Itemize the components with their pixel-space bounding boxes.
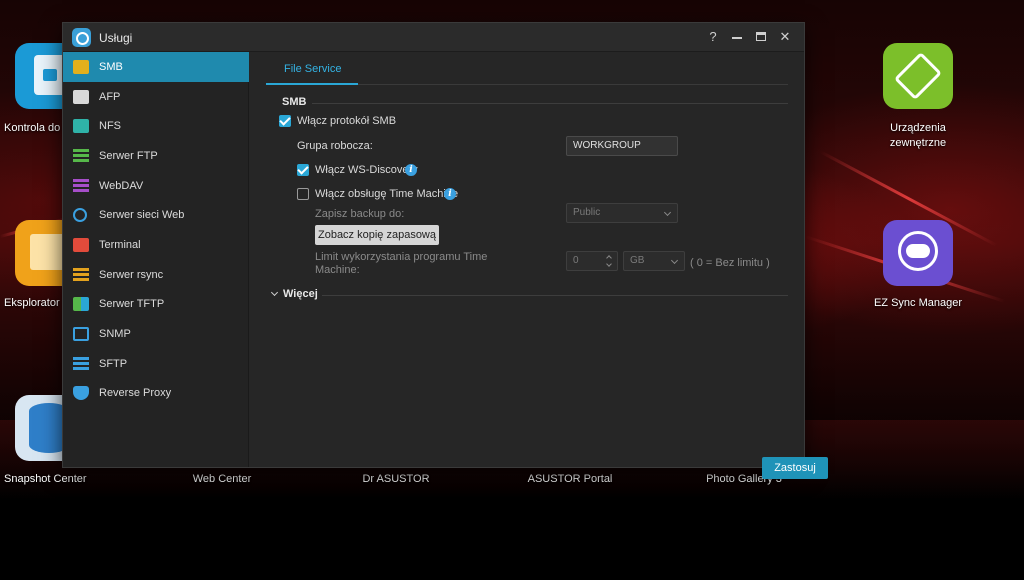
reverse-proxy-icon bbox=[73, 386, 89, 400]
time-machine-checkbox[interactable] bbox=[297, 188, 309, 200]
tm-limit-stepper[interactable]: 0 bbox=[566, 251, 618, 271]
sidebar-item-label: Serwer TFTP bbox=[99, 298, 165, 310]
minimize-icon[interactable] bbox=[729, 29, 745, 45]
sidebar-item-label: WebDAV bbox=[99, 180, 144, 192]
sidebar-item-nfs[interactable]: NFS bbox=[63, 111, 249, 141]
sidebar-item-label: Serwer sieci Web bbox=[99, 209, 185, 221]
services-app-icon bbox=[72, 28, 91, 47]
desktop-label: zewnętrzne bbox=[889, 137, 947, 149]
main-content: File Service SMB Włącz protokół SMB Grup… bbox=[250, 52, 828, 479]
sidebar: SMB AFP NFS Serwer FTP WebDAV Serwer sie… bbox=[63, 52, 249, 467]
webdav-icon bbox=[73, 179, 89, 193]
desktop-label: Urządzenia bbox=[890, 122, 946, 134]
info-icon[interactable]: i bbox=[444, 188, 456, 200]
tm-limit-label: Machine: bbox=[315, 264, 360, 276]
sidebar-item-tftp[interactable]: Serwer TFTP bbox=[63, 289, 249, 319]
web-server-icon bbox=[73, 208, 87, 222]
help-icon[interactable]: ? bbox=[705, 29, 721, 45]
nfs-icon bbox=[73, 119, 89, 133]
sidebar-item-rsync[interactable]: Serwer rsync bbox=[63, 260, 249, 290]
view-backup-button[interactable]: Zobacz kopię zapasową bbox=[315, 225, 439, 245]
sidebar-item-afp[interactable]: AFP bbox=[63, 82, 249, 112]
sidebar-item-label: SMB bbox=[99, 61, 123, 73]
desktop-icon-ez-sync-manager[interactable] bbox=[883, 220, 953, 286]
tm-limit-label: Limit wykorzystania programu Time bbox=[315, 251, 488, 263]
workgroup-input[interactable]: WORKGROUP bbox=[566, 136, 678, 156]
desktop-label: Dr ASUSTOR bbox=[362, 473, 430, 485]
apply-button[interactable]: Zastosuj bbox=[762, 457, 828, 479]
tftp-icon bbox=[73, 297, 89, 311]
sidebar-item-terminal[interactable]: Terminal bbox=[63, 230, 249, 260]
backup-to-value: Public bbox=[573, 207, 601, 218]
sidebar-item-smb[interactable]: SMB bbox=[63, 52, 249, 82]
chevron-down-icon bbox=[270, 288, 279, 297]
sidebar-item-label: NFS bbox=[99, 120, 121, 132]
sidebar-item-label: SNMP bbox=[99, 328, 131, 340]
services-window: Usługi ? ✕ SMB AFP NFS Serwer FTP WebDAV bbox=[62, 22, 828, 479]
tm-limit-unit-select[interactable]: GB bbox=[623, 251, 685, 271]
chevron-down-icon bbox=[663, 208, 672, 217]
ftp-icon bbox=[73, 149, 89, 163]
tm-limit-value: 0 bbox=[573, 255, 579, 266]
sidebar-item-reverse-proxy[interactable]: Reverse Proxy bbox=[63, 378, 249, 408]
tm-limit-hint: ( 0 = Bez limitu ) bbox=[690, 257, 770, 269]
desktop-label: Kontrola do bbox=[4, 122, 61, 134]
sidebar-item-sftp[interactable]: SFTP bbox=[63, 349, 249, 379]
window-titlebar[interactable]: Usługi ? ✕ bbox=[63, 23, 804, 52]
time-machine-label: Włącz obsługę Time Machine bbox=[315, 188, 459, 200]
tab-strip: File Service bbox=[266, 52, 788, 85]
desktop-label: ASUSTOR Portal bbox=[527, 473, 613, 485]
close-icon[interactable]: ✕ bbox=[777, 29, 793, 45]
more-label: Więcej bbox=[283, 288, 318, 300]
tab-file-service[interactable]: File Service bbox=[266, 52, 358, 85]
sidebar-item-label: SFTP bbox=[99, 358, 128, 370]
maximize-icon[interactable] bbox=[753, 29, 769, 45]
snmp-icon bbox=[73, 327, 89, 341]
desktop-icon-external-devices[interactable] bbox=[883, 43, 953, 109]
desktop-label: Snapshot Center bbox=[4, 473, 87, 485]
backup-to-select[interactable]: Public bbox=[566, 203, 678, 223]
rsync-icon bbox=[73, 268, 89, 282]
sidebar-item-label: Serwer FTP bbox=[99, 150, 158, 162]
sftp-icon bbox=[73, 357, 89, 371]
sidebar-item-snmp[interactable]: SNMP bbox=[63, 319, 249, 349]
tab-label: File Service bbox=[284, 63, 342, 75]
desktop-label: EZ Sync Manager bbox=[873, 297, 963, 309]
desktop-label: Web Center bbox=[192, 473, 252, 485]
sidebar-item-webdav[interactable]: WebDAV bbox=[63, 171, 249, 201]
spin-down-icon[interactable] bbox=[606, 261, 612, 267]
afp-icon bbox=[73, 90, 89, 104]
info-icon[interactable]: i bbox=[405, 164, 417, 176]
spin-up-icon[interactable] bbox=[606, 255, 612, 261]
sidebar-item-label: Serwer rsync bbox=[99, 269, 164, 281]
smb-icon bbox=[73, 60, 89, 74]
sidebar-item-web-server[interactable]: Serwer sieci Web bbox=[63, 200, 249, 230]
terminal-icon bbox=[73, 238, 89, 252]
sidebar-item-ftp[interactable]: Serwer FTP bbox=[63, 141, 249, 171]
desktop-label: Eksplorator bbox=[4, 297, 60, 309]
sidebar-item-label: AFP bbox=[99, 91, 121, 103]
section-title-smb: SMB bbox=[282, 96, 307, 108]
section-divider bbox=[322, 295, 788, 296]
enable-smb-checkbox[interactable] bbox=[279, 115, 291, 127]
sidebar-item-label: Reverse Proxy bbox=[99, 387, 172, 399]
workgroup-label: Grupa robocza: bbox=[297, 140, 373, 152]
tm-limit-unit: GB bbox=[630, 255, 645, 266]
backup-to-label: Zapisz backup do: bbox=[315, 208, 405, 220]
ws-discovery-label: Włącz WS-Discovery bbox=[315, 164, 418, 176]
sidebar-item-label: Terminal bbox=[99, 239, 141, 251]
enable-smb-label: Włącz protokół SMB bbox=[297, 115, 397, 127]
window-title: Usługi bbox=[99, 31, 133, 45]
ws-discovery-checkbox[interactable] bbox=[297, 164, 309, 176]
chevron-down-icon bbox=[670, 256, 679, 265]
section-divider bbox=[312, 103, 788, 104]
